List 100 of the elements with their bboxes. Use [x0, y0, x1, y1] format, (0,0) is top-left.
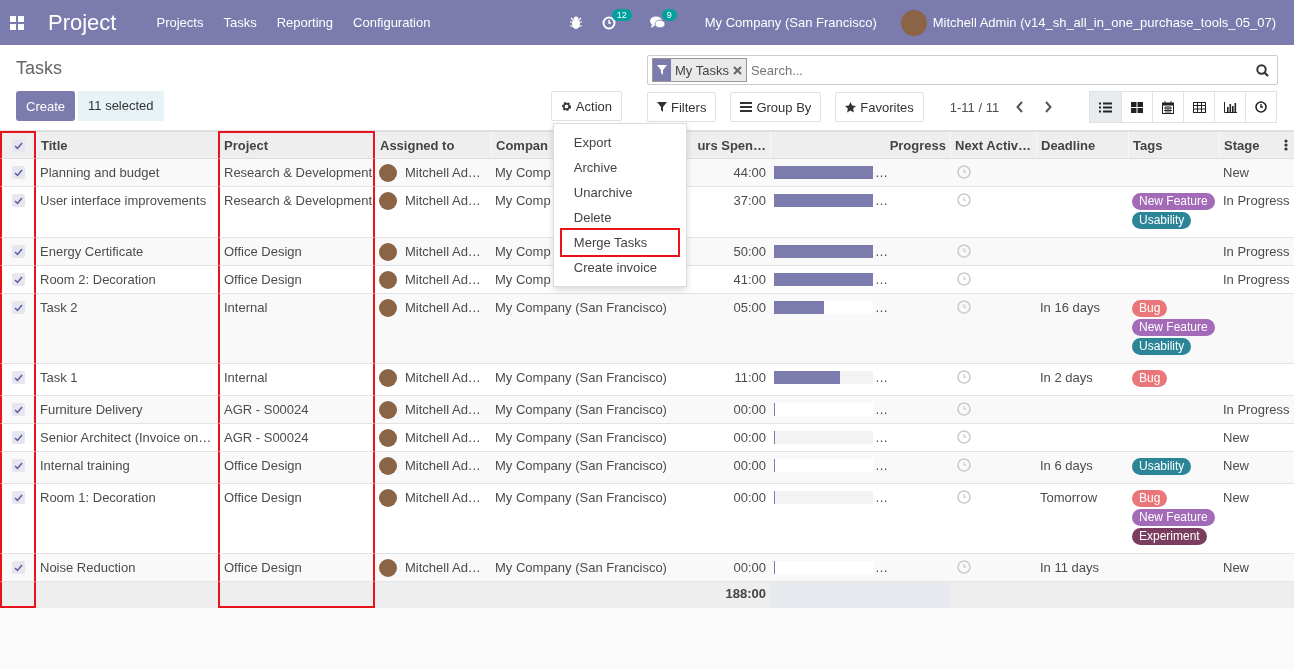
table-cell: 00:00 — [671, 452, 770, 484]
search-field[interactable]: My Tasks Search... — [647, 55, 1278, 85]
stage-text: New — [1223, 458, 1249, 473]
stage-text: In Progress — [1223, 272, 1290, 287]
tag: Usability — [1132, 338, 1192, 355]
checkbox[interactable] — [11, 166, 25, 179]
chat-icon[interactable] — [649, 15, 666, 30]
selection-count: 11 selected — [78, 91, 164, 121]
nav-menu-item[interactable]: Tasks — [213, 15, 267, 30]
table-cell: Internal training — [36, 452, 218, 484]
tag: New Feature — [1132, 319, 1215, 336]
table-cell: Office Design — [218, 452, 375, 484]
checkbox[interactable] — [11, 273, 25, 286]
avatar-icon — [379, 368, 397, 387]
nav-menu-item[interactable]: Reporting — [266, 15, 344, 30]
filter-facet[interactable]: My Tasks — [652, 58, 747, 82]
table-icon — [1192, 101, 1206, 113]
checkbox[interactable] — [11, 403, 25, 416]
checkbox[interactable] — [11, 459, 25, 472]
nav-menu-item[interactable]: Configuration — [343, 15, 441, 30]
checkbox[interactable] — [11, 139, 25, 152]
assignee-name: Mitchell Ad… — [405, 244, 481, 259]
checkbox[interactable] — [11, 431, 25, 444]
column-header[interactable]: Deadline — [1036, 131, 1128, 159]
nav-menu-item[interactable]: Projects — [146, 15, 214, 30]
tag: Experiment — [1132, 528, 1207, 545]
star-icon — [845, 101, 857, 113]
avatar-icon — [379, 400, 397, 419]
checkbox[interactable] — [11, 194, 25, 207]
pager-value[interactable]: 1-11 / 11 — [949, 99, 1000, 115]
checkbox[interactable] — [11, 371, 25, 384]
avatar-icon — [379, 488, 397, 507]
tag: Bug — [1132, 370, 1168, 387]
tag: New Feature — [1132, 509, 1215, 526]
table-cell: Planning and budget — [36, 159, 218, 187]
deadline-text: In 2 days — [1040, 370, 1093, 385]
previous-icon[interactable] — [1016, 101, 1025, 113]
company-switcher[interactable]: My Company (San Francisco) — [694, 15, 887, 30]
table-cell: My Company (San Francisco) — [491, 554, 671, 582]
user-menu[interactable]: Mitchell Admin (v14_sh_all_in_one_purchase_tools_05_07) — [926, 15, 1286, 30]
table-cell: Office Design — [218, 554, 375, 582]
filters-button[interactable]: Filters — [647, 92, 717, 122]
assignee-name: Mitchell Ad… — [405, 370, 481, 385]
calendar-icon — [1162, 100, 1175, 114]
assignee-name: Mitchell Ad… — [405, 490, 481, 505]
remove-icon[interactable] — [732, 65, 742, 75]
breadcrumb[interactable]: Tasks — [16, 58, 647, 80]
table-cell: Furniture Delivery — [36, 396, 218, 424]
column-header[interactable]: Next Activ… — [950, 131, 1036, 159]
checkbox[interactable] — [11, 301, 25, 314]
create-button[interactable]: Create — [16, 91, 76, 121]
checkbox[interactable] — [11, 491, 25, 504]
favorites-button[interactable]: Favorites — [835, 92, 924, 122]
list-icon — [1099, 101, 1113, 113]
assignee-name: Mitchell Ad… — [405, 402, 481, 417]
search-icon[interactable] — [1256, 63, 1269, 77]
view-switch-button[interactable] — [1090, 92, 1122, 122]
table-cell: AGR - S00024 — [218, 396, 375, 424]
next-icon[interactable] — [1044, 101, 1053, 113]
checkbox[interactable] — [11, 561, 25, 574]
assignee-name: Mitchell Ad… — [405, 300, 481, 315]
tag: Usability — [1132, 212, 1192, 229]
stage-text: New — [1223, 430, 1249, 445]
activity-badge: 12 — [611, 8, 632, 21]
avatar-icon — [379, 270, 397, 289]
menu-icon — [740, 102, 753, 112]
table-cell: Research & Development — [218, 159, 375, 187]
progress-more: … — [875, 560, 888, 575]
assignee-name: Mitchell Ad… — [405, 430, 481, 445]
options-icon[interactable] — [1284, 139, 1288, 151]
checkbox[interactable] — [11, 245, 25, 258]
deadline-text: In 11 days — [1040, 560, 1100, 575]
column-header[interactable]: Title — [36, 131, 218, 159]
column-header[interactable]: Project — [218, 131, 375, 159]
column-label: Stage — [1224, 137, 1260, 153]
progress-more: … — [875, 272, 888, 287]
progress-more: … — [875, 430, 888, 445]
column-header[interactable]: Assigned to — [375, 131, 491, 159]
table-cell: Task 2 — [36, 294, 218, 364]
stage-text: In Progress — [1223, 193, 1290, 208]
assignee-name: Mitchell Ad… — [405, 560, 481, 575]
avatar-icon — [379, 163, 397, 182]
column-header[interactable]: Tags — [1128, 131, 1219, 159]
group-by-button[interactable]: Group By — [730, 92, 822, 122]
progress-more: … — [875, 370, 888, 385]
total-hours: 188:00 — [725, 586, 766, 601]
filter-icon — [657, 65, 667, 75]
column-header[interactable]: Stage — [1219, 131, 1294, 159]
clock-icon — [1255, 101, 1268, 113]
filter-icon — [657, 102, 667, 112]
column-header[interactable]: Progress — [770, 131, 950, 159]
stage-text: In Progress — [1223, 402, 1290, 417]
messages-badge: 9 — [661, 8, 677, 21]
bug-icon[interactable] — [569, 16, 582, 29]
assignee-name: Mitchell Ad… — [405, 193, 481, 208]
action-button[interactable]: Action — [550, 91, 622, 121]
tag: Bug — [1132, 300, 1168, 317]
tag: Bug — [1132, 490, 1168, 507]
apps-menu-icon[interactable] — [10, 15, 24, 30]
assignee-name: Mitchell Ad… — [405, 458, 481, 473]
